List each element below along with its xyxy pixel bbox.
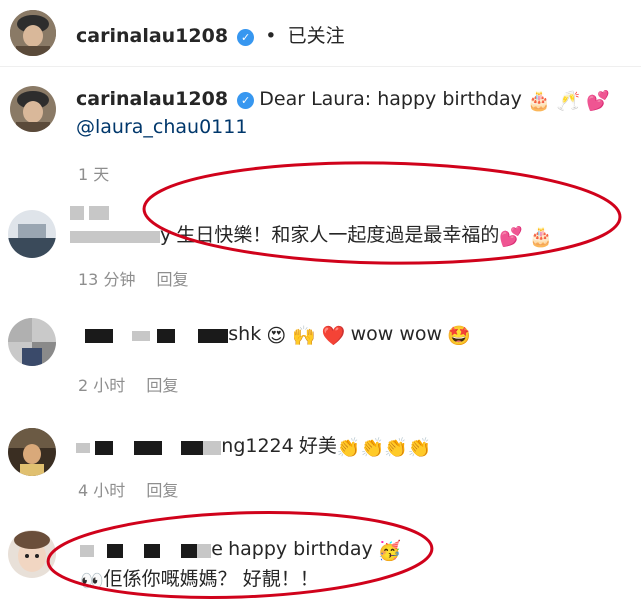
avatar-image <box>8 318 56 366</box>
comment-username-visible[interactable]: ng1224 <box>221 435 293 457</box>
comment-emojis: 🥳 <box>377 540 402 562</box>
blurred-username <box>107 543 124 558</box>
separator: • <box>265 25 277 47</box>
blurred-username <box>157 328 176 343</box>
blurred-username <box>80 544 94 557</box>
comment-emojis: 😍 🙌 ❤️ <box>266 325 346 347</box>
comment-time[interactable]: 13 分钟 <box>78 270 135 289</box>
commenter-avatar[interactable] <box>8 428 56 476</box>
comment-text-line2: 佢係你嘅媽媽？ 好靚！！ <box>103 568 319 590</box>
annotation-oval <box>142 161 622 265</box>
blurred-username <box>70 202 110 221</box>
blurred-username <box>197 543 212 558</box>
comment-text: 生日快樂！和家人一起度過是最幸福的 <box>176 224 500 246</box>
avatar-image <box>8 210 56 258</box>
caption-text: Dear Laura: happy birthday <box>259 88 522 110</box>
avatar-image <box>10 86 56 132</box>
comment-text: wow wow <box>350 323 443 345</box>
eyes-icon: 👀 <box>80 570 104 592</box>
comment-text: 好美 <box>298 435 337 457</box>
blurred-username <box>132 330 151 341</box>
blurred-username <box>203 440 222 455</box>
caption-username[interactable]: carinalau1208 <box>76 88 228 110</box>
verified-icon: ✓ <box>237 29 255 46</box>
divider <box>0 66 641 67</box>
avatar-image <box>8 428 56 476</box>
blurred-username <box>85 328 113 343</box>
mention-link[interactable]: @laura_chau0111 <box>76 116 247 138</box>
avatar-image <box>8 530 56 578</box>
reply-button[interactable]: 回复 <box>146 481 178 500</box>
caption-emojis: 🎂 🥂 💕 <box>527 90 611 112</box>
reply-button[interactable]: 回复 <box>157 270 189 289</box>
commenter-avatar[interactable] <box>8 530 56 578</box>
comment-time[interactable]: 4 小时 <box>78 481 125 500</box>
verified-icon: ✓ <box>237 92 255 109</box>
comment-time[interactable]: 2 小时 <box>78 376 125 395</box>
comment-username-visible[interactable]: shk <box>228 323 261 345</box>
blurred-username <box>198 328 229 343</box>
blurred-username <box>134 440 163 455</box>
header-avatar[interactable] <box>10 10 56 56</box>
blurred-username <box>76 442 90 453</box>
avatar-image <box>10 10 56 56</box>
blurred-username <box>181 543 198 558</box>
header-username[interactable]: carinalau1208 <box>76 25 228 47</box>
follow-status-button[interactable]: 已关注 <box>288 25 345 47</box>
comment-emojis: 💕 🎂 <box>499 226 553 248</box>
comment-emojis: 👏👏👏👏 <box>336 437 432 459</box>
commenter-avatar[interactable] <box>8 210 56 258</box>
comment-username-visible[interactable]: e <box>211 538 223 560</box>
blurred-username <box>70 230 160 243</box>
caption-avatar[interactable] <box>10 86 56 132</box>
reply-button[interactable]: 回复 <box>146 376 178 395</box>
blurred-username <box>95 440 114 455</box>
comment-username-visible[interactable]: y <box>160 224 171 246</box>
caption-time[interactable]: 1 天 <box>78 165 109 184</box>
blurred-username <box>181 440 204 455</box>
commenter-avatar[interactable] <box>8 318 56 366</box>
comment-emojis: 🤩 <box>447 325 471 347</box>
comment-text: happy birthday <box>228 538 373 560</box>
blurred-username <box>144 543 161 558</box>
